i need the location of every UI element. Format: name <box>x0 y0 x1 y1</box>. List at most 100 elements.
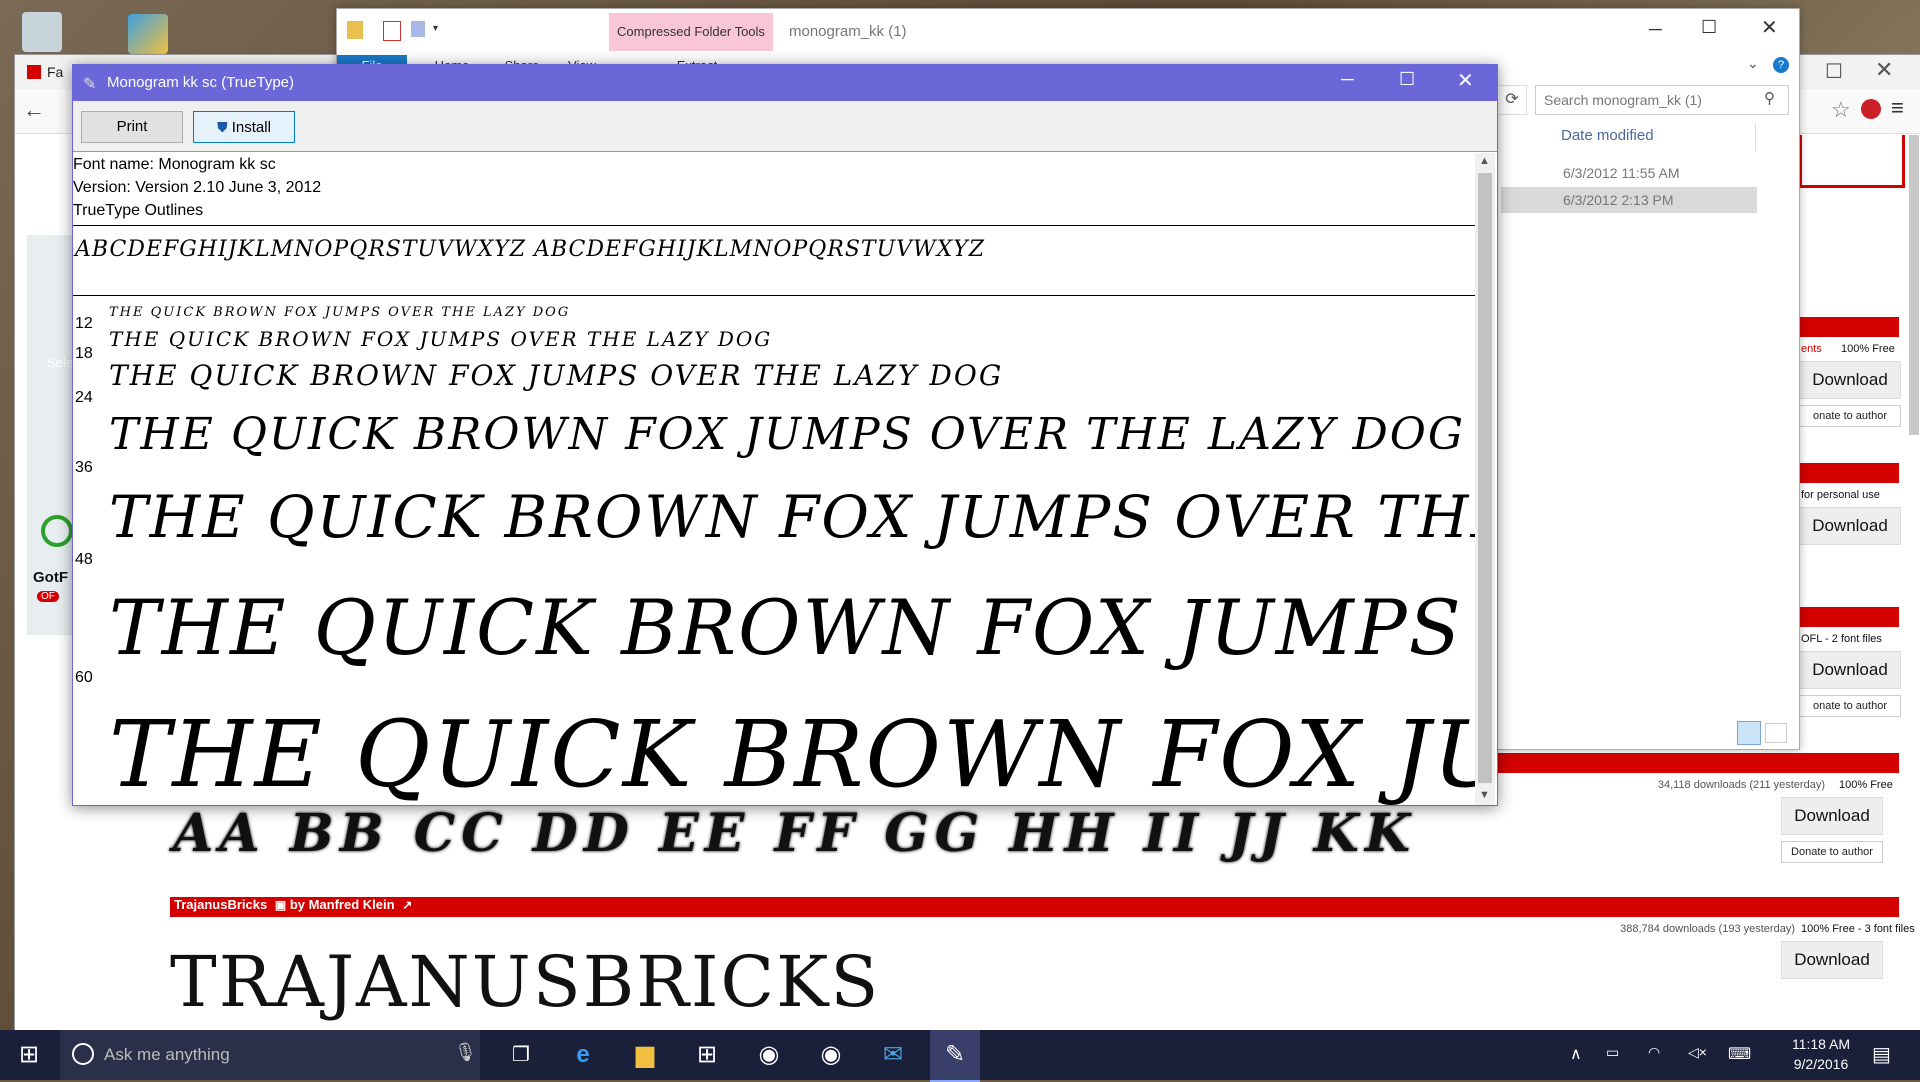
size-label-48: 48 <box>75 551 93 568</box>
listing-4-meta: 34,118 downloads (211 yesterday) <box>1657 779 1825 791</box>
donate-button-4[interactable]: Donate to author <box>1781 841 1883 863</box>
download-button-3[interactable]: Download <box>1799 651 1901 689</box>
properties-icon[interactable] <box>383 21 401 41</box>
size-label-36: 36 <box>75 459 93 476</box>
battery-icon[interactable]: ▭ <box>1606 1044 1619 1061</box>
font-name-text: Font name: Monogram kk sc <box>73 156 276 173</box>
back-arrow-icon[interactable]: ← <box>23 97 45 123</box>
chrome-icon-2[interactable]: ◉ <box>806 1030 856 1080</box>
edge-icon[interactable]: e <box>558 1030 608 1080</box>
recycle-bin-icon[interactable] <box>22 12 62 52</box>
explorer-search-box[interactable]: Search monogram_kk (1) ⚲ <box>1535 85 1789 115</box>
explorer-search-placeholder: Search monogram_kk (1) <box>1544 92 1702 108</box>
external-link-icon[interactable]: ↗ <box>402 898 412 912</box>
clock-time[interactable]: 11:18 AM <box>1776 1036 1866 1052</box>
font-preview-area: Font name: Monogram kk sc Version: Versi… <box>73 153 1475 805</box>
task-view-icon[interactable]: ❐ <box>496 1030 546 1080</box>
explorer-maximize-button[interactable]: ☐ <box>1701 17 1717 38</box>
details-view-icon[interactable] <box>1737 721 1761 745</box>
download-button-1[interactable]: Download <box>1799 361 1901 399</box>
explorer-close-button[interactable]: ✕ <box>1761 15 1778 40</box>
scroll-thumb[interactable] <box>1478 173 1492 783</box>
divider-2 <box>73 295 1475 296</box>
sample-24: THE QUICK BROWN FOX JUMPS OVER THE LAZY … <box>109 359 1004 392</box>
trajanus-author-link[interactable]: by Manfred Klein <box>290 897 395 912</box>
pinterest-icon[interactable] <box>1861 99 1881 119</box>
search-icon: ⚲ <box>1764 90 1775 107</box>
listing-bar-2 <box>1799 463 1899 483</box>
help-icon[interactable]: ? <box>1773 57 1789 73</box>
listing-1-meta: ents <box>1801 343 1822 355</box>
donate-button-1[interactable]: onate to author <box>1799 405 1901 427</box>
refresh-icon[interactable]: ⟳ <box>1497 85 1527 115</box>
size-label-60: 60 <box>75 669 93 686</box>
print-button[interactable]: Print <box>81 111 183 143</box>
scroll-up-icon[interactable]: ▲ <box>1479 155 1490 167</box>
viewer-scrollbar[interactable]: ▲ ▼ <box>1475 153 1495 805</box>
sample-36: THE QUICK BROWN FOX JUMPS OVER THE LAZY … <box>109 409 1466 460</box>
file-explorer-icon[interactable]: ▆ <box>620 1030 670 1080</box>
size-label-18: 18 <box>75 345 93 362</box>
folder-icon <box>347 21 363 39</box>
store-icon[interactable]: ⊞ <box>682 1030 732 1080</box>
browser-close-button[interactable]: ✕ <box>1875 57 1893 83</box>
sample-12: THE QUICK BROWN FOX JUMPS OVER THE LAZY … <box>109 305 571 320</box>
listing-1-license: 100% Free <box>1841 343 1895 355</box>
keyboard-icon[interactable]: ⌨ <box>1728 1044 1751 1064</box>
search-box-frame <box>1799 135 1905 188</box>
shield-icon: ⛊ <box>217 119 228 135</box>
wifi-icon[interactable]: ◠ <box>1648 1044 1660 1061</box>
site-favicon-icon <box>27 65 41 79</box>
cortana-search-box[interactable]: Ask me anything 🎙 <box>60 1030 480 1080</box>
thunderbird-icon[interactable]: ✉ <box>868 1030 918 1080</box>
file-row-2-selected[interactable]: 6/3/2012 2:13 PM <box>1501 187 1757 213</box>
listing-bar-3 <box>1799 607 1899 627</box>
bookmark-star-icon[interactable]: ☆ <box>1831 97 1851 123</box>
action-center-icon[interactable]: ▤ <box>1872 1042 1891 1067</box>
listing-5-meta: 388,784 downloads (193 yesterday) <box>1620 923 1795 935</box>
quick-access-dropdown-icon[interactable]: ▾ <box>433 23 438 34</box>
ad-badge: OF <box>37 591 59 602</box>
ribbon-expand-icon[interactable]: ⌄ <box>1747 55 1759 72</box>
donate-button-3[interactable]: onate to author <box>1799 695 1901 717</box>
font-viewer-taskbar-icon[interactable]: ✎ <box>930 1030 980 1082</box>
browser-menu-icon[interactable]: ≡ <box>1891 95 1904 121</box>
column-header-date-modified[interactable]: Date modified <box>1561 127 1654 144</box>
sample-72: THE QUICK BROWN FOX JUMPS OVER THE LAZY … <box>109 701 1475 805</box>
column-divider[interactable] <box>1755 123 1756 151</box>
desktop-shortcut-icon[interactable] <box>128 14 168 54</box>
listing-2-license: for personal use <box>1801 489 1880 501</box>
viewer-minimize-button[interactable]: ─ <box>1341 69 1354 90</box>
divider-1 <box>73 225 1475 226</box>
viewer-close-button[interactable]: ✕ <box>1457 68 1474 93</box>
new-folder-icon[interactable] <box>411 21 425 37</box>
listing-4-license: 100% Free <box>1839 779 1893 791</box>
ad-text-gotf: GotF <box>33 569 68 586</box>
browser-scrollbar[interactable] <box>1909 135 1919 435</box>
volume-icon[interactable]: ◁× <box>1688 1044 1707 1061</box>
chrome-icon-1[interactable]: ◉ <box>744 1030 794 1080</box>
viewer-maximize-button[interactable]: ☐ <box>1399 69 1415 90</box>
listing-bar-1 <box>1799 317 1899 337</box>
file-row-1-date[interactable]: 6/3/2012 11:55 AM <box>1563 165 1680 181</box>
explorer-title-bar: ▾ Compressed Folder Tools monogram_kk (1… <box>337 9 1799 55</box>
explorer-minimize-button[interactable]: ─ <box>1649 19 1662 40</box>
clock-date[interactable]: 9/2/2016 <box>1776 1056 1866 1072</box>
sample-48: THE QUICK BROWN FOX JUMPS OVER THE LAZY … <box>109 483 1475 551</box>
download-button-2[interactable]: Download <box>1799 507 1901 545</box>
viewer-title-bar: ✎ Monogram kk sc (TrueType) ─ ☐ ✕ <box>73 65 1497 101</box>
compressed-folder-tools-label: Compressed Folder Tools <box>617 24 765 39</box>
context-tab-highlight: Compressed Folder Tools <box>609 13 773 51</box>
scroll-down-icon[interactable]: ▼ <box>1479 789 1490 801</box>
start-button[interactable]: ⊞ <box>4 1030 54 1080</box>
browser-tab-title[interactable]: Fa <box>47 64 63 80</box>
tray-expand-icon[interactable]: ∧ <box>1570 1044 1582 1064</box>
trajanus-title-link[interactable]: TrajanusBricks <box>174 897 267 912</box>
download-button-4[interactable]: Download <box>1781 797 1883 835</box>
large-icons-view-icon[interactable] <box>1765 723 1787 743</box>
microphone-icon[interactable]: 🎙 <box>454 1042 477 1063</box>
install-button[interactable]: ⛊ Install <box>193 111 295 143</box>
size-label-24: 24 <box>75 389 93 406</box>
browser-maximize-button[interactable]: ☐ <box>1825 59 1843 84</box>
download-button-5[interactable]: Download <box>1781 941 1883 979</box>
